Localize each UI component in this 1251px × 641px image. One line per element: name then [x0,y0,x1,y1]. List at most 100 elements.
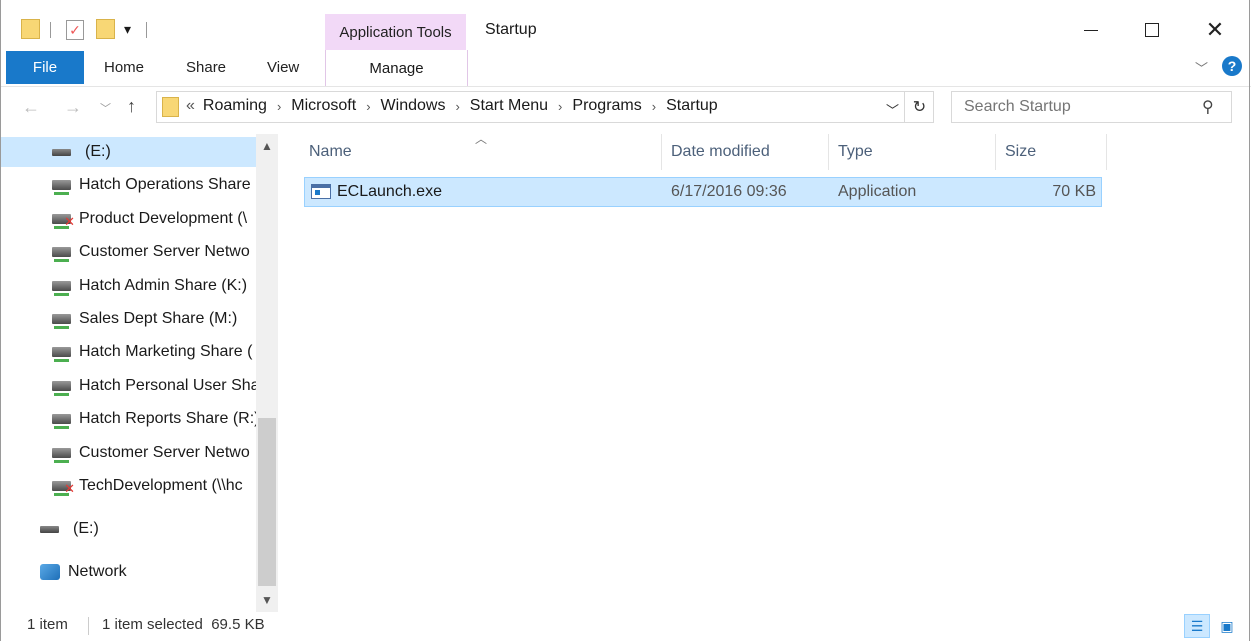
sidebar-item-label: Hatch Reports Share (R:) [79,410,256,427]
refresh-button[interactable]: ↻ [904,91,934,123]
breadcrumb-microsoft[interactable]: Microsoft [291,97,356,115]
network-drive-icon [52,347,71,362]
column-divider[interactable] [1106,134,1107,170]
network-drive-icon [52,180,71,195]
network-drive-icon [52,247,71,262]
tab-home[interactable]: Home [104,51,144,84]
breadcrumb-startup[interactable]: Startup [666,97,718,115]
chevron-right-icon[interactable]: › [455,99,459,114]
search-icon[interactable]: ⚲ [1202,97,1214,117]
application-icon [311,184,331,199]
status-divider [88,617,89,635]
sidebar-item-label: Sales Dept Share (M:) [79,310,238,327]
network-drive-icon [52,448,71,463]
details-view-icon: ☰ [1190,617,1204,634]
scroll-down-icon[interactable]: ▼ [256,588,278,612]
nav-scroll-thumb[interactable] [258,418,276,586]
sidebar-item[interactable]: Hatch Marketing Share ( [0,337,256,367]
breadcrumb-start-menu[interactable]: Start Menu [470,97,548,115]
breadcrumb-overflow[interactable]: « [186,97,195,115]
network-drive-icon [52,414,71,429]
selection-summary: 1 item selected 69.5 KB [102,616,265,633]
application-tools-label: Application Tools [325,14,466,50]
close-icon: ✕ [1205,17,1225,42]
back-button[interactable]: ← [22,97,40,118]
file-type: Application [838,183,917,200]
sidebar-item[interactable]: Customer Server Netwo [0,438,256,468]
column-divider[interactable] [661,134,662,170]
folder-icon [21,19,40,39]
breadcrumb-roaming[interactable]: Roaming [203,97,267,115]
sidebar-item[interactable]: TechDevelopment (\\hc [0,471,256,501]
search-input[interactable] [962,97,1186,117]
sidebar-item[interactable]: Hatch Operations Share [0,170,256,200]
close-button[interactable]: ✕ [1192,10,1238,50]
maximize-icon [1145,23,1159,37]
tab-manage[interactable]: Manage [325,50,468,86]
breadcrumb-windows[interactable]: Windows [381,97,446,115]
chevron-right-icon[interactable]: › [366,99,370,114]
sidebar-item[interactable]: Hatch Reports Share (R:) [0,404,256,434]
expand-ribbon-icon[interactable]: ﹀ [1195,58,1208,77]
title-bar [0,0,1251,50]
sidebar-item-network[interactable]: Network [0,557,256,587]
network-drive-icon [52,281,71,296]
breadcrumb-programs[interactable]: Programs [572,97,641,115]
qat-separator [50,22,51,38]
large-icons-view-button[interactable]: ▣ [1214,614,1240,638]
chevron-right-icon[interactable]: › [277,99,281,114]
column-divider[interactable] [995,134,996,170]
network-drive-icon [52,314,71,329]
disconnected-network-drive-icon [52,214,75,229]
sidebar-item-label: TechDevelopment (\\hc [79,477,243,494]
minimize-button[interactable] [1068,10,1114,50]
sidebar-item[interactable]: Product Development (\ [0,204,256,234]
item-count: 1 item [27,616,68,633]
sidebar-item-label: Hatch Operations Share [79,176,251,193]
drive-icon [52,148,71,156]
sidebar-item-label: Hatch Admin Share (K:) [79,277,248,294]
window-border-right [1249,0,1250,641]
window-border-left [0,0,1,641]
disconnected-network-drive-icon [52,481,75,496]
column-header-date-modified[interactable]: Date modified [671,134,821,170]
network-icon [40,564,60,580]
quick-access-dropdown[interactable]: ▾ [124,21,131,38]
sidebar-item[interactable]: Customer Server Netwo [0,237,256,267]
qat-separator [146,22,147,38]
scroll-up-icon[interactable]: ▲ [256,134,278,158]
maximize-button[interactable] [1129,10,1175,50]
sidebar-item-label: Network [68,563,127,580]
sidebar-item-drive[interactable]: (E:) [0,514,256,544]
breadcrumb: « Roaming › Microsoft › Windows › Start … [186,97,718,115]
new-folder-icon[interactable] [96,19,115,39]
column-header-size[interactable]: Size [1005,134,1095,170]
address-dropdown-icon[interactable]: ﹀ [886,100,899,119]
forward-button[interactable]: → [64,97,82,118]
sidebar-item[interactable]: (E:) [0,137,256,167]
up-button[interactable]: ↑ [127,96,136,117]
column-header-type[interactable]: Type [838,134,988,170]
tab-share[interactable]: Share [186,51,226,84]
sidebar-item[interactable]: Sales Dept Share (M:) [0,304,256,334]
sidebar-item[interactable]: Hatch Admin Share (K:) [0,271,256,301]
sidebar-item[interactable]: Hatch Personal User Sha [0,371,256,401]
chevron-right-icon[interactable]: › [652,99,656,114]
file-size: 70 KB [1052,183,1096,200]
column-divider[interactable] [828,134,829,170]
tab-view[interactable]: View [267,51,299,84]
tab-file[interactable]: File [6,51,84,84]
details-view-button[interactable]: ☰ [1184,614,1210,638]
drive-icon [40,525,59,533]
sidebar-item-label: (E:) [85,143,111,160]
sidebar-item-label: (E:) [73,520,99,537]
help-icon[interactable]: ? [1222,56,1242,76]
file-name[interactable]: ECLaunch.exe [337,177,442,207]
sidebar-item-label: Customer Server Netwo [79,243,250,260]
properties-icon[interactable]: ✓ [66,20,84,40]
recent-locations-icon[interactable]: ﹀ [100,100,111,116]
minimize-icon [1084,29,1098,31]
chevron-right-icon[interactable]: › [558,99,562,114]
sidebar-item-label: Customer Server Netwo [79,444,250,461]
column-header-name[interactable]: Name [309,134,659,170]
